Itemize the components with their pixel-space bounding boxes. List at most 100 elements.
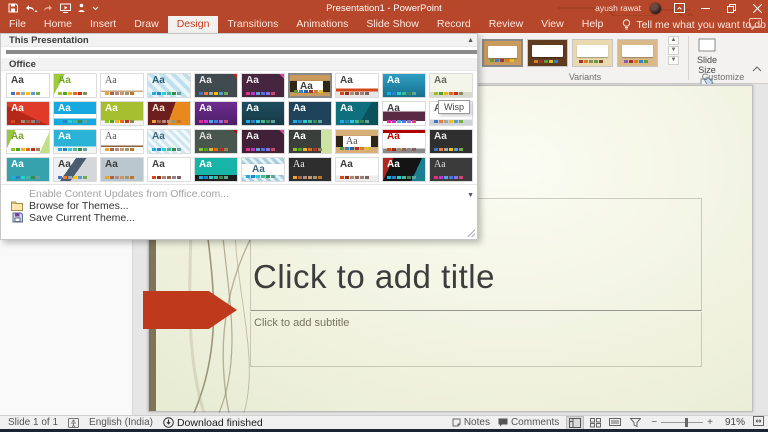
theme-tile[interactable]: Aa: [335, 101, 379, 126]
theme-color-strip: [246, 148, 275, 151]
notes-button[interactable]: Notes: [452, 417, 490, 428]
theme-tile[interactable]: Aa: [429, 73, 473, 98]
theme-tile-aa: Aa: [11, 103, 24, 115]
theme-tile[interactable]: Aa: [6, 101, 50, 126]
theme-tile[interactable]: Aa: [382, 101, 426, 126]
collapse-ribbon-icon[interactable]: [752, 59, 762, 77]
redo-icon[interactable]: [44, 3, 54, 13]
tab-animations[interactable]: Animations: [287, 16, 357, 33]
theme-tile[interactable]: Aa: [147, 129, 191, 154]
zoom-in-button[interactable]: +: [707, 417, 713, 428]
theme-tile[interactable]: Aa: [100, 101, 144, 126]
undo-icon[interactable]: [24, 3, 38, 13]
theme-tile[interactable]: Aa: [429, 129, 473, 154]
restore-button[interactable]: [722, 0, 740, 16]
tab-help[interactable]: Help: [573, 16, 613, 33]
theme-tile[interactable]: Aa: [335, 157, 379, 182]
theme-tile[interactable]: Aa: [241, 101, 285, 126]
start-slideshow-icon[interactable]: [60, 3, 71, 13]
theme-tile[interactable]: Aa: [241, 73, 285, 98]
slide-counter[interactable]: Slide 1 of 1: [8, 417, 58, 428]
fit-slide-to-window-icon[interactable]: [753, 416, 764, 429]
ribbon-display-options-icon[interactable]: [670, 0, 688, 16]
theme-tile[interactable]: Aa: [288, 73, 332, 98]
theme-tile[interactable]: Aa: [288, 129, 332, 154]
variant-thumb[interactable]: [572, 39, 613, 67]
gallery-scroll-down-icon[interactable]: ▼: [467, 192, 474, 199]
variants-row-up-button[interactable]: ▲: [668, 36, 679, 45]
touch-mouse-mode-icon[interactable]: [77, 3, 86, 13]
save-icon[interactable]: [8, 3, 18, 13]
theme-tile[interactable]: Aa: [288, 157, 332, 182]
theme-tile[interactable]: Aa: [241, 157, 285, 182]
customize-qat-icon[interactable]: [92, 4, 99, 12]
slide-size-button[interactable]: Slide Size: [692, 38, 722, 75]
status-bar: Slide 1 of 1 English (India) Download fi…: [0, 415, 768, 429]
gallery-resize-grip[interactable]: [467, 229, 475, 237]
theme-tile[interactable]: Aa: [382, 157, 426, 182]
menu-item-save-current-theme[interactable]: Save Current Theme...: [1, 212, 477, 223]
slide-show-view-button[interactable]: [627, 417, 643, 429]
tab-home[interactable]: Home: [35, 16, 81, 33]
variant-thumb[interactable]: [527, 39, 568, 67]
theme-tile[interactable]: Aa: [53, 157, 97, 182]
theme-tile[interactable]: Aa: [241, 129, 285, 154]
theme-tile[interactable]: Aa: [147, 101, 191, 126]
variant-thumb[interactable]: [482, 39, 523, 67]
minimize-button[interactable]: [696, 0, 714, 16]
theme-tile[interactable]: Aa: [6, 129, 50, 154]
theme-tile[interactable]: Aa: [6, 50, 477, 54]
slide-sorter-view-button[interactable]: [587, 417, 603, 429]
tab-transitions[interactable]: Transitions: [218, 16, 287, 33]
variants-more-button[interactable]: ▼: [668, 56, 679, 65]
tab-review[interactable]: Review: [480, 16, 532, 33]
variants-group: Variants: [482, 36, 688, 83]
theme-tile[interactable]: Aa: [194, 157, 238, 182]
normal-view-button[interactable]: [567, 417, 583, 429]
theme-tile[interactable]: Aa: [194, 73, 238, 98]
theme-tile[interactable]: Aa: [194, 101, 238, 126]
theme-tile[interactable]: Aa: [382, 129, 426, 154]
accessibility-icon[interactable]: [68, 418, 79, 428]
zoom-slider[interactable]: [661, 422, 703, 423]
theme-tile[interactable]: Aa: [6, 73, 50, 98]
theme-tile[interactable]: Aa: [335, 129, 379, 154]
theme-tile[interactable]: Aa: [147, 157, 191, 182]
theme-tile[interactable]: Aa: [53, 129, 97, 154]
theme-tile[interactable]: Aa: [53, 101, 97, 126]
theme-tile[interactable]: Aa: [6, 157, 50, 182]
tab-file[interactable]: File: [0, 16, 35, 33]
theme-tile[interactable]: Aa: [382, 73, 426, 98]
tell-me-box[interactable]: Tell me what you want to do: [612, 16, 766, 33]
tab-design[interactable]: Design: [168, 16, 219, 33]
theme-tile[interactable]: Aa: [194, 129, 238, 154]
theme-tile[interactable]: Aa: [100, 73, 144, 98]
variant-thumb[interactable]: [617, 39, 658, 67]
tab-view[interactable]: View: [532, 16, 573, 33]
account-name[interactable]: ayush rawat: [595, 3, 641, 13]
tab-insert[interactable]: Insert: [81, 16, 125, 33]
theme-tile[interactable]: Aa: [100, 157, 144, 182]
zoom-slider-thumb[interactable]: [685, 418, 688, 427]
theme-tile[interactable]: Aa: [288, 101, 332, 126]
tab-draw[interactable]: Draw: [125, 16, 168, 33]
title-placeholder-text[interactable]: Click to add title: [253, 258, 495, 296]
subtitle-placeholder-text[interactable]: Click to add subtitle: [254, 317, 349, 329]
theme-tile[interactable]: Aa: [147, 73, 191, 98]
theme-tile[interactable]: Aa: [100, 129, 144, 154]
tab-record[interactable]: Record: [428, 16, 480, 33]
comments-button[interactable]: Comments: [498, 417, 559, 428]
menu-item-browse-for-themes[interactable]: Browse for Themes...: [1, 200, 477, 211]
reading-view-button[interactable]: [607, 417, 623, 429]
theme-tile[interactable]: Aa: [53, 73, 97, 98]
gallery-scroll-up-icon[interactable]: ▲: [467, 37, 474, 44]
theme-tile[interactable]: Aa: [429, 157, 473, 182]
account-avatar[interactable]: [649, 2, 662, 15]
language-indicator[interactable]: English (India): [89, 417, 153, 428]
tab-slide-show[interactable]: Slide Show: [357, 16, 428, 33]
variants-row-down-button[interactable]: ▼: [668, 46, 679, 55]
theme-tile[interactable]: Aa: [335, 73, 379, 98]
close-button[interactable]: [748, 0, 766, 16]
zoom-out-button[interactable]: −: [651, 417, 657, 428]
zoom-level[interactable]: 91%: [721, 417, 745, 428]
